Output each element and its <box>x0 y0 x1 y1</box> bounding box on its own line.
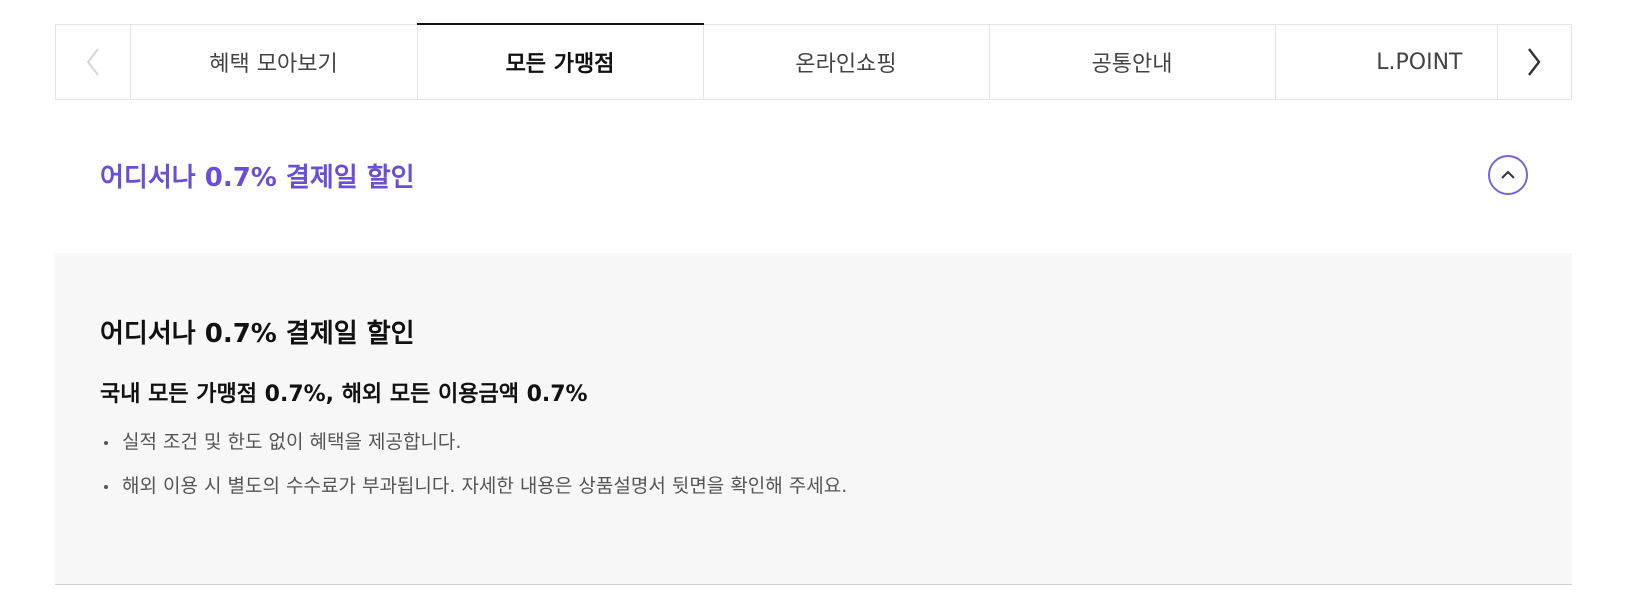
tab-online-shopping[interactable]: 온라인쇼핑 <box>704 25 990 99</box>
list-item: 해외 이용 시 별도의 수수료가 부과됩니다. 자세한 내용은 상품설명서 뒷면… <box>100 474 1527 499</box>
tab-all-merchants[interactable]: 모든 가맹점 <box>416 23 704 99</box>
panel-title: 어디서나 0.7% 결제일 할인 <box>100 319 415 349</box>
tab-label: 공통안내 <box>1091 52 1173 77</box>
tab-label: 모든 가맹점 <box>505 52 615 77</box>
bullet-text: 해외 이용 시 별도의 수수료가 부과됩니다. 자세한 내용은 상품설명서 뒷면… <box>122 474 848 497</box>
tab-label: L.POINT <box>1376 49 1463 75</box>
tab-label: 온라인쇼핑 <box>795 52 897 77</box>
accordion-toggle-button[interactable] <box>1488 155 1528 195</box>
tab-label: 혜택 모아보기 <box>209 52 338 77</box>
accordion-title: 어디서나 0.7% 결제일 할인 <box>100 162 415 193</box>
panel-subtitle: 국내 모든 가맹점 0.7%, 해외 모든 이용금액 0.7% <box>100 382 588 407</box>
chevron-right-icon <box>1528 48 1541 76</box>
tab-common-info[interactable]: 공통안내 <box>990 25 1276 99</box>
bullet-list: 실적 조건 및 한도 없이 혜택을 제공합니다. 해외 이용 시 별도의 수수료… <box>100 430 1527 498</box>
bullet-dot-icon <box>104 441 108 445</box>
tab-lpoint[interactable]: L.POINT <box>1276 25 1497 99</box>
bullet-dot-icon <box>104 484 108 489</box>
tab-next-button[interactable] <box>1496 25 1572 99</box>
chevron-left-icon <box>86 48 99 76</box>
tab-benefits-overview[interactable]: 혜택 모아보기 <box>131 25 418 99</box>
bullet-text: 실적 조건 및 한도 없이 혜택을 제공합니다. <box>122 431 462 453</box>
chevron-up-icon <box>1501 170 1515 179</box>
tab-bar: 혜택 모아보기 모든 가맹점 온라인쇼핑 공통안내 L.POINT <box>55 23 1572 100</box>
list-item: 실적 조건 및 한도 없이 혜택을 제공합니다. <box>100 430 1527 455</box>
benefit-page: 혜택 모아보기 모든 가맹점 온라인쇼핑 공통안내 L.POINT 어디서나 0… <box>0 0 1633 602</box>
tab-prev-button[interactable] <box>56 25 131 99</box>
accordion-header[interactable]: 어디서나 0.7% 결제일 할인 <box>55 130 1572 220</box>
accordion-panel: 어디서나 0.7% 결제일 할인 국내 모든 가맹점 0.7%, 해외 모든 이… <box>55 253 1572 585</box>
